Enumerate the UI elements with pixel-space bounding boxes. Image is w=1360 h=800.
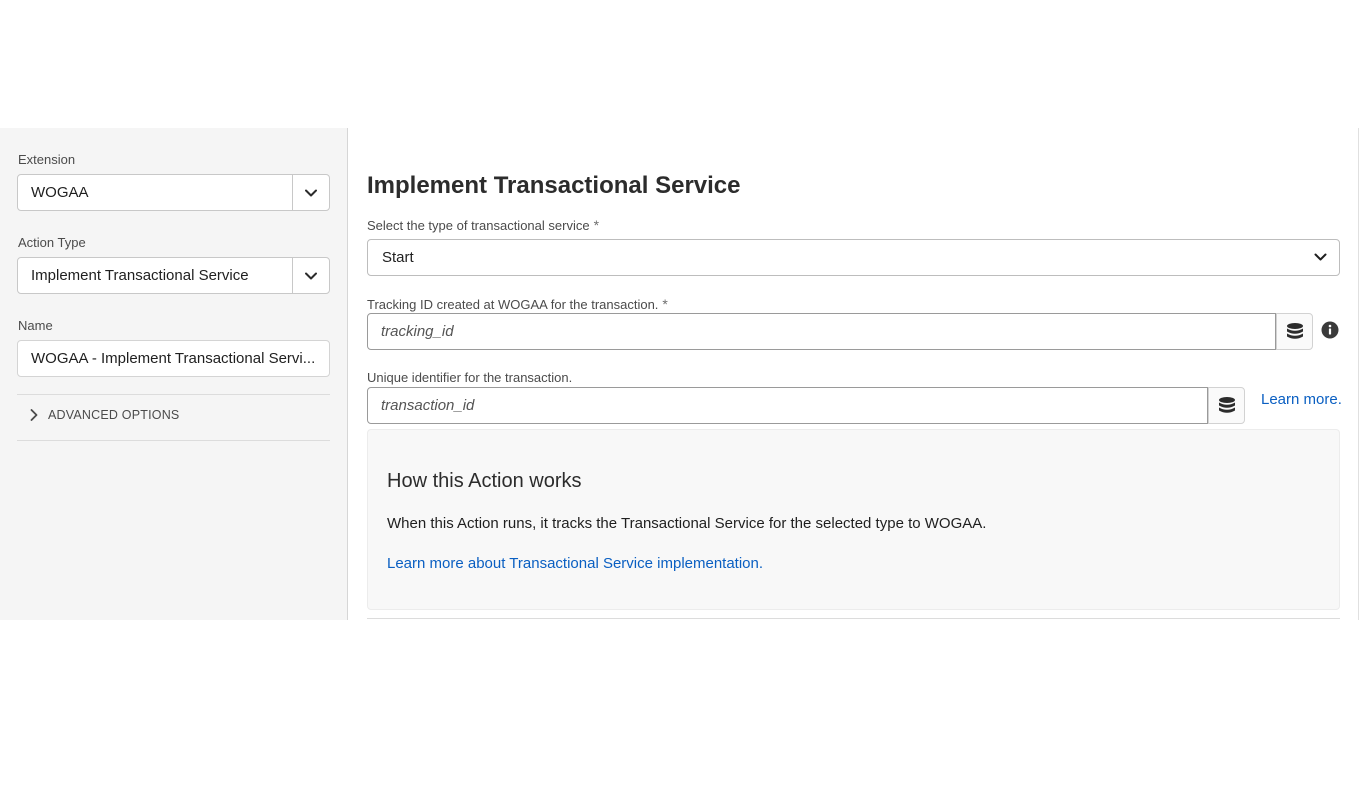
help-description: When this Action runs, it tracks the Tra…: [387, 515, 987, 532]
extension-label: Extension: [18, 152, 76, 167]
required-mark: *: [593, 217, 600, 233]
chevron-right-icon: [30, 409, 38, 421]
help-learn-more-link[interactable]: Learn more about Transactional Service i…: [387, 555, 763, 572]
advanced-options-toggle[interactable]: ADVANCED OPTIONS: [30, 408, 179, 422]
tracking-id-label: Tracking ID created at WOGAA for the tra…: [367, 296, 668, 312]
chevron-down-icon: [305, 189, 317, 196]
database-icon: [1286, 322, 1303, 339]
tracking-id-data-element-button[interactable]: [1276, 313, 1313, 350]
service-type-select[interactable]: Start: [367, 239, 1340, 276]
service-type-label: Select the type of transactional service…: [367, 217, 600, 233]
main-panel: Implement Transactional Service Select t…: [349, 128, 1360, 620]
database-icon: [1218, 396, 1235, 413]
extension-dropdown-button[interactable]: [292, 175, 329, 210]
chevron-down-icon: [305, 272, 317, 279]
transaction-id-data-element-button[interactable]: [1208, 387, 1245, 424]
divider: [17, 440, 330, 441]
transaction-id-input[interactable]: transaction_id: [367, 387, 1208, 424]
advanced-options-label: ADVANCED OPTIONS: [48, 408, 180, 422]
help-panel: How this Action works When this Action r…: [367, 429, 1340, 610]
divider: [17, 394, 330, 395]
panel-edge: [1358, 128, 1359, 620]
help-title: How this Action works: [387, 470, 582, 492]
sidebar: Extension WOGAA Action Type Implement Tr…: [0, 128, 348, 620]
action-type-dropdown-button[interactable]: [292, 258, 329, 293]
unique-id-label: Unique identifier for the transaction.: [367, 370, 573, 385]
extension-picker[interactable]: WOGAA: [17, 174, 330, 211]
info-icon[interactable]: [1321, 321, 1339, 339]
divider: [367, 618, 1340, 619]
chevron-down-icon: [1314, 253, 1327, 261]
name-input[interactable]: WOGAA - Implement Transactional Servi...: [17, 340, 330, 377]
required-mark: *: [662, 296, 668, 312]
rule-action-editor: Extension WOGAA Action Type Implement Tr…: [0, 128, 1360, 620]
name-label: Name: [18, 318, 53, 333]
service-type-value: Start: [382, 249, 414, 266]
tracking-id-input[interactable]: tracking_id: [367, 313, 1276, 350]
learn-more-link[interactable]: Learn more.: [1261, 391, 1342, 408]
extension-value: WOGAA: [31, 184, 89, 201]
action-type-picker[interactable]: Implement Transactional Service: [17, 257, 330, 294]
action-type-value: Implement Transactional Service: [31, 267, 249, 284]
page-title: Implement Transactional Service: [367, 172, 741, 199]
action-type-label: Action Type: [18, 235, 86, 250]
